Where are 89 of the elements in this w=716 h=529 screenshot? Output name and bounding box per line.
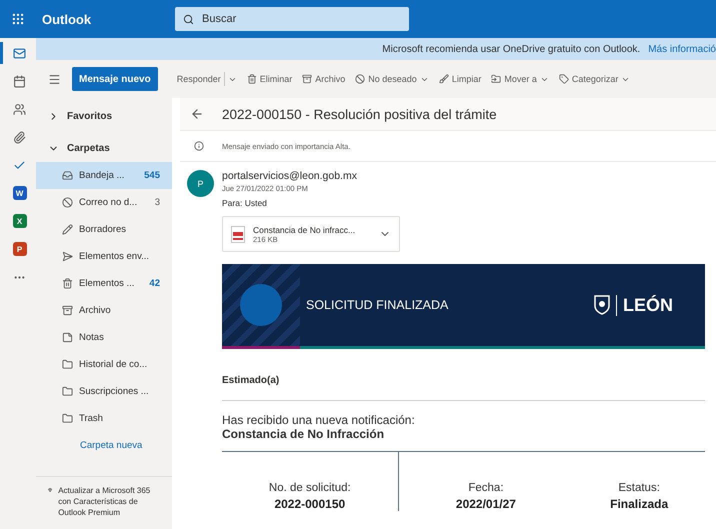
toolbar-button[interactable]: Responder bbox=[172, 72, 242, 86]
portal-logo-circle bbox=[240, 284, 282, 326]
sender-address: portalservicios@leon.gob.mx bbox=[222, 170, 358, 182]
new-folder-link[interactable]: Carpeta nueva bbox=[36, 432, 172, 460]
toolbar-button[interactable]: Archivo bbox=[297, 74, 350, 84]
trash-icon bbox=[246, 74, 257, 84]
field-label: Estatus: bbox=[618, 482, 660, 494]
field-label: No. de solicitud: bbox=[268, 482, 351, 494]
folder-item[interactable]: Borradores bbox=[36, 216, 172, 243]
folder-item[interactable]: Notas bbox=[36, 324, 172, 351]
field-value: 2022-000150 bbox=[274, 497, 346, 511]
back-icon[interactable] bbox=[190, 107, 204, 121]
field-label: Fecha: bbox=[468, 482, 504, 494]
greeting: Estimado(a) bbox=[222, 349, 705, 401]
notification-subject: Constancia de No Infracción bbox=[222, 427, 386, 441]
toolbar-button[interactable]: Eliminar bbox=[242, 74, 298, 84]
folder-name: Trash bbox=[79, 413, 103, 424]
folder-count: 545 bbox=[144, 170, 160, 181]
toolbar-button[interactable]: Limpiar bbox=[434, 74, 486, 84]
folder-name: Bandeja ... bbox=[79, 170, 124, 181]
note-icon bbox=[62, 332, 73, 343]
search-field[interactable]: Buscar bbox=[175, 7, 409, 31]
app-launcher-icon[interactable] bbox=[11, 12, 25, 26]
mail-icon bbox=[13, 46, 26, 60]
folder-arrow-icon bbox=[491, 74, 502, 84]
new-message-button[interactable]: Mensaje nuevo bbox=[72, 67, 158, 91]
toolbar-button[interactable]: No deseado bbox=[350, 74, 434, 84]
folder-item[interactable]: Suscripciones ... bbox=[36, 378, 172, 405]
notice-text: Microsoft recomienda usar OneDrive gratuito con Outlook. bbox=[382, 44, 640, 54]
attachment-name: Constancia de No infracc... bbox=[253, 224, 356, 234]
pdf-file-icon bbox=[231, 226, 245, 242]
folder-name: Borradores bbox=[79, 224, 126, 235]
folder-section[interactable]: Favoritos bbox=[36, 102, 172, 130]
folder-item[interactable]: Elementos ... 42 bbox=[36, 270, 172, 297]
tag-icon bbox=[558, 74, 569, 84]
folder-section[interactable]: Carpetas bbox=[36, 134, 172, 162]
message-subject: 2022-000150 - Resolución positiva del trámite bbox=[222, 106, 497, 122]
app-name: Outlook bbox=[41, 12, 92, 26]
folder-name: Elementos env... bbox=[79, 251, 150, 262]
checkmark-icon bbox=[13, 158, 26, 172]
app-icon[interactable]: W bbox=[12, 186, 26, 200]
search-placeholder: Buscar bbox=[202, 13, 236, 25]
ban-icon bbox=[355, 74, 366, 84]
folder-name: Historial de co... bbox=[79, 359, 148, 370]
archive-icon bbox=[62, 305, 73, 316]
ban-icon bbox=[62, 197, 73, 208]
menu-icon[interactable] bbox=[48, 72, 60, 86]
calendar-icon bbox=[13, 74, 26, 88]
banner-title: SOLICITUD FINALIZADA bbox=[306, 298, 450, 312]
shield-icon bbox=[594, 295, 610, 315]
more-info-link[interactable]: Más informació bbox=[648, 44, 716, 54]
folder-count: 3 bbox=[154, 197, 160, 208]
folder-item[interactable]: Bandeja ... 545 bbox=[36, 162, 172, 189]
folder-icon bbox=[62, 413, 73, 424]
folder-name: Notas bbox=[79, 332, 104, 343]
field-value: 2022/01/27 bbox=[456, 497, 516, 511]
pencil-icon bbox=[62, 224, 73, 235]
toolbar-button[interactable]: Mover a bbox=[486, 74, 554, 84]
folder-name: Correo no d... bbox=[79, 197, 138, 208]
info-icon bbox=[194, 141, 204, 151]
brush-icon bbox=[438, 74, 449, 84]
folder-name: Suscripciones ... bbox=[79, 386, 149, 397]
recipient-line: Para: Usted bbox=[222, 198, 268, 208]
folder-item[interactable]: Correo no d... 3 bbox=[36, 189, 172, 216]
notification-text: Has recibido una nueva notificación: bbox=[222, 413, 416, 427]
send-icon bbox=[62, 251, 73, 262]
leon-logo-text: LEÓN bbox=[616, 294, 673, 316]
inbox-icon bbox=[62, 170, 73, 181]
folder-count: 42 bbox=[149, 278, 160, 289]
folder-item[interactable]: Elementos env... bbox=[36, 243, 172, 270]
people-icon bbox=[13, 102, 26, 116]
sender-avatar: P bbox=[187, 170, 214, 197]
paperclip-icon bbox=[13, 130, 26, 144]
folder-item[interactable]: Historial de co... bbox=[36, 351, 172, 378]
toolbar-button[interactable]: Categorizar bbox=[554, 74, 636, 84]
field-value: Finalizada bbox=[610, 497, 668, 511]
upgrade-text[interactable]: Actualizar a Microsoft 365 con Características de Outlook Premium bbox=[58, 485, 158, 529]
folder-name: Archivo bbox=[79, 305, 111, 316]
diamond-icon bbox=[48, 485, 52, 495]
app-icon[interactable]: P bbox=[12, 242, 26, 256]
folder-item[interactable]: Archivo bbox=[36, 297, 172, 324]
folder-icon bbox=[62, 386, 73, 397]
folder-icon bbox=[62, 359, 73, 370]
folder-item[interactable]: Trash bbox=[36, 405, 172, 432]
search-icon bbox=[183, 14, 194, 24]
folder-name: Elementos ... bbox=[79, 278, 134, 289]
trash-icon bbox=[62, 278, 73, 289]
archive-icon bbox=[302, 74, 312, 84]
app-icon[interactable]: X bbox=[12, 214, 26, 228]
